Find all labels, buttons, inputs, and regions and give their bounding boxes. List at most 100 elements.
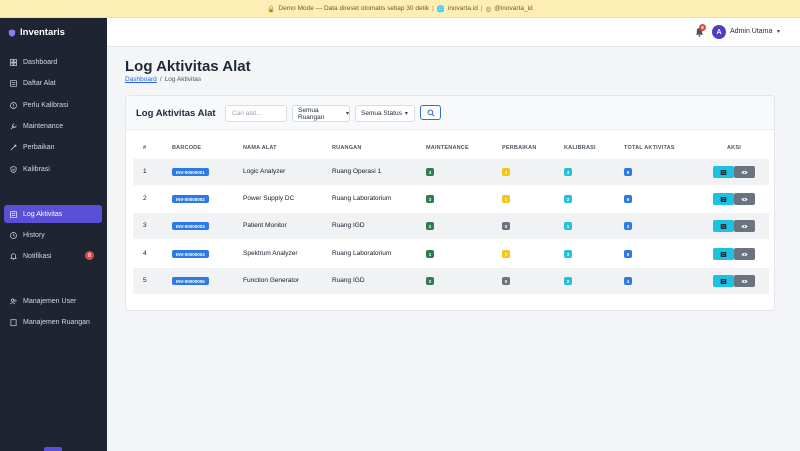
view-log-button[interactable] [713,166,734,178]
status-filter-select[interactable]: Semua Status ▾ [355,105,415,122]
eye-icon [741,252,748,256]
sidebar-item-maintenance[interactable]: Maintenance [4,117,102,135]
sidebar-item-label: Manajemen Ruangan [23,318,90,326]
breadcrumb-dashboard-link[interactable]: Dashboard [125,76,157,83]
total-activity-badge: 4 [624,277,632,285]
sidebar-item-label: Daftar Alat [23,79,56,87]
breadcrumb-current: Log Aktivitas [164,76,202,83]
sidebar: Inventaris Dashboard Daftar Alat Perlu Kal… [0,18,107,451]
total-activity-badge: 6 [624,250,632,258]
eye-icon [741,279,748,283]
column-header: AKSI [727,145,741,151]
view-log-button[interactable] [713,193,734,205]
row-number: 5 [143,277,147,284]
maintenance-count-badge: 2 [426,277,434,285]
breadcrumb-separator: / [159,76,162,83]
table-row: 1 INV-00000001 Logic Analyzer Ruang Operasi… [133,159,769,185]
column-header: PERBAIKAN [502,145,537,151]
barcode-badge: INV-00000001 [172,168,209,176]
view-detail-button[interactable] [734,220,755,232]
column-header: # [143,145,147,151]
eye-icon [741,197,748,201]
equipment-name: Patient Monitor [243,222,287,229]
table-row: 4 INV-00000004 Spektrum Analyzer Ruang Labo… [133,241,769,267]
sidebar-item-perlu-kalibrasi[interactable]: Perlu Kalibrasi [4,96,102,114]
chevron-down-icon: ▾ [345,111,349,117]
repair-count-badge: 0 [502,277,510,285]
column-header: RUANGAN [332,145,362,151]
barcode-badge: INV-00000005 [172,277,209,285]
sidebar-item-label: Perbaikan [23,143,55,151]
sidebar-item-daftar-alat[interactable]: Daftar Alat [4,74,102,92]
bell-icon [10,252,17,260]
row-number: 1 [143,168,147,175]
shield-check-icon [10,165,17,173]
alert-icon [10,101,17,109]
table-header: # BARCODE NAMA ALAT RUANGAN MAINTENANCE PERBA… [133,141,769,157]
page-title: Log Aktivitas Alat [125,58,251,75]
sidebar-item-label: Perlu Kalibrasi [23,101,69,109]
room-filter-value: Semua Ruangan [298,106,325,121]
sidebar-item-manajemen-user[interactable]: Manajemen User [4,292,102,310]
barcode-badge: INV-00000002 [172,195,209,203]
sidebar-item-label: Dashboard [23,58,58,66]
sidebar-item-label: Kalibrasi [23,165,50,173]
view-log-button[interactable] [713,248,734,260]
room-filter-select[interactable]: Semua Ruangan ▾ [292,105,350,122]
view-detail-button[interactable] [734,275,755,287]
sidebar-item-manajemen-ruangan[interactable]: Manajemen Ruangan [4,313,102,331]
avatar[interactable]: A [712,25,726,39]
view-detail-button[interactable] [734,193,755,205]
view-detail-button[interactable] [734,248,755,260]
app-name: Inventaris [20,27,65,38]
breadcrumb: Dashboard / Log Aktivitas [125,76,201,83]
repair-count-badge: 3 [502,168,510,176]
banner-handle-link[interactable]: @inovarta_id [494,5,532,12]
sidebar-item-log-aktivitas[interactable]: Log Aktivitas [4,205,102,223]
demo-banner: 🔒 Demo Mode — Data direset otomatis seti… [0,0,800,18]
eye-icon [741,224,748,228]
list-detail-icon [720,196,727,202]
sidebar-item-kalibrasi[interactable]: Kalibrasi [4,160,102,178]
user-name[interactable]: Admin Utama [730,28,772,35]
sidebar-item-dashboard[interactable]: Dashboard [4,53,102,71]
chevron-down-icon[interactable]: ▾ [777,28,780,35]
repair-count-badge: 0 [502,222,510,230]
search-input[interactable] [225,105,287,122]
users-icon [10,298,17,305]
tool-icon [10,143,17,151]
view-log-button[interactable] [713,275,734,287]
search-icon [426,108,435,117]
view-detail-button[interactable] [734,166,755,178]
card-header: Log Aktivitas Alat Semua Ruangan ▾ Semua… [126,96,774,130]
equipment-name: Logic Analyzer [243,168,286,175]
sidebar-item-perbaikan[interactable]: Perbaikan [4,138,102,156]
maintenance-count-badge: 2 [426,222,434,230]
wrench-icon [10,122,17,130]
barcode-badge: INV-00000004 [172,250,209,258]
sidebar-item-label: Log Aktivitas [23,210,63,218]
sidebar-item-label: Maintenance [23,122,64,130]
table-row: 2 INV-00000002 Power Supply DC Ruang Labora… [133,186,769,212]
sidebar-item-notifikasi[interactable]: Notifikasi 8 [4,247,102,265]
topbar: 8 A Admin Utama ▾ [107,18,800,47]
room-name: Ruang IGD [332,277,365,284]
table-row: 3 INV-00000003 Patient Monitor Ruang IGD 2 0 1… [133,213,769,239]
column-header: BARCODE [172,145,202,151]
list-detail-icon [720,169,727,175]
room-name: Ruang Operasi 1 [332,168,382,175]
sidebar-item-label: Manajemen User [23,297,77,305]
repair-count-badge: 2 [502,250,510,258]
grid-icon [10,58,17,66]
banner-site-link[interactable]: inovarta.id [448,5,478,12]
calibration-count-badge: 2 [564,277,572,285]
row-number: 2 [143,195,147,202]
sidebar-item-history[interactable]: History [4,226,102,244]
brand[interactable]: Inventaris [0,18,107,47]
maintenance-count-badge: 3 [426,168,434,176]
view-log-button[interactable] [713,220,734,232]
list-icon [10,79,17,87]
search-button[interactable] [420,105,441,120]
calibration-count-badge: 2 [564,195,572,203]
card-title: Log Aktivitas Alat [136,108,216,119]
